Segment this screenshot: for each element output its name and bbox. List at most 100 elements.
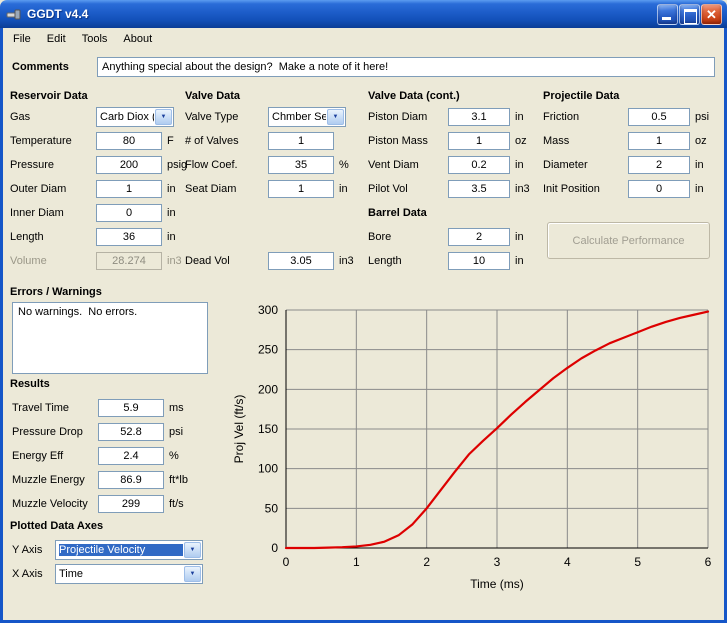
svg-text:0: 0 — [283, 555, 290, 569]
energy-eff-label: Energy Eff — [12, 450, 98, 462]
flow-coef-input[interactable] — [268, 156, 334, 174]
volume-row: Volume in3 — [10, 249, 186, 273]
pressure-drop-row: Pressure Drop psi — [12, 420, 188, 444]
valve-type-select[interactable]: Chmber Seal ▼ — [268, 107, 346, 127]
dead-vol-unit: in3 — [339, 255, 354, 267]
menu-item-file[interactable]: File — [5, 30, 39, 48]
valve-type-select-value: Chmber Seal — [272, 111, 326, 123]
svg-text:1: 1 — [353, 555, 360, 569]
projectile-title: Projectile Data — [543, 90, 619, 102]
dead-vol-input[interactable] — [268, 252, 334, 270]
menu-item-edit[interactable]: Edit — [39, 30, 74, 48]
seat-diam-input[interactable] — [268, 180, 334, 198]
friction-input[interactable] — [628, 108, 690, 126]
window-titlebar: GGDT v4.4 ✕ — [0, 0, 727, 28]
seat-diam-row: Seat Diam in — [185, 177, 363, 201]
init-position-label: Init Position — [543, 183, 628, 195]
piston-diam-input[interactable] — [448, 108, 510, 126]
mass-unit: oz — [695, 135, 707, 147]
gas-select-value: Carb Diox (CO — [100, 111, 154, 123]
num-valves-row: # of Valves — [185, 129, 363, 153]
projectile-section: Friction psi Mass oz Diameter in Init Po… — [543, 105, 723, 201]
comments-input[interactable] — [97, 57, 715, 77]
barrel-length-input[interactable] — [448, 252, 510, 270]
diameter-input[interactable] — [628, 156, 690, 174]
menu-bar: File Edit Tools About — [3, 28, 724, 50]
chevron-down-icon[interactable]: ▼ — [184, 566, 201, 582]
x-axis-label: X Axis — [12, 568, 55, 580]
temperature-input[interactable] — [96, 132, 162, 150]
svg-text:6: 6 — [705, 555, 712, 569]
energy-eff-unit: % — [169, 450, 179, 462]
barrel-title: Barrel Data — [368, 207, 427, 219]
travel-time-output — [98, 399, 164, 417]
x-axis-select[interactable]: Time ▼ — [55, 564, 203, 584]
svg-text:300: 300 — [258, 303, 278, 317]
y-axis-row: Y Axis Projectile Velocity ▼ — [12, 538, 212, 562]
temperature-row: Temperature F — [10, 129, 186, 153]
num-valves-input[interactable] — [268, 132, 334, 150]
mass-input[interactable] — [628, 132, 690, 150]
close-icon: ✕ — [702, 5, 721, 24]
piston-mass-label: Piston Mass — [368, 135, 448, 147]
close-button[interactable]: ✕ — [701, 4, 722, 25]
reservoir-length-input[interactable] — [96, 228, 162, 246]
valve-title: Valve Data — [185, 90, 240, 102]
chevron-down-icon[interactable]: ▼ — [327, 109, 344, 125]
reservoir-title: Reservoir Data — [10, 90, 88, 102]
errors-textbox[interactable]: No warnings. No errors. — [12, 302, 208, 374]
gas-select[interactable]: Carb Diox (CO ▼ — [96, 107, 174, 127]
muzzle-velocity-row: Muzzle Velocity ft/s — [12, 492, 188, 516]
barrel-length-label: Length — [368, 255, 448, 267]
muzzle-velocity-label: Muzzle Velocity — [12, 498, 98, 510]
valve-cont-title: Valve Data (cont.) — [368, 90, 460, 102]
friction-row: Friction psi — [543, 105, 723, 129]
svg-text:50: 50 — [265, 501, 279, 515]
menu-item-about[interactable]: About — [115, 30, 160, 48]
minimize-button[interactable] — [657, 4, 678, 25]
svg-text:250: 250 — [258, 343, 278, 357]
chevron-down-icon[interactable]: ▼ — [184, 542, 201, 558]
init-position-unit: in — [695, 183, 704, 195]
x-axis-row: X Axis Time ▼ — [12, 562, 212, 586]
results-title: Results — [10, 378, 50, 390]
pressure-input[interactable] — [96, 156, 162, 174]
reservoir-length-unit: in — [167, 231, 176, 243]
vent-diam-input[interactable] — [448, 156, 510, 174]
axes-title: Plotted Data Axes — [10, 520, 103, 532]
bore-input[interactable] — [448, 228, 510, 246]
inner-diam-input[interactable] — [96, 204, 162, 222]
inner-diam-label: Inner Diam — [10, 207, 96, 219]
barrel-title-row: Barrel Data — [368, 201, 540, 225]
app-icon — [6, 6, 22, 22]
maximize-button[interactable] — [679, 4, 700, 25]
bore-unit: in — [515, 231, 524, 243]
chevron-down-icon[interactable]: ▼ — [155, 109, 172, 125]
window-title: GGDT v4.4 — [27, 7, 88, 21]
y-axis-select[interactable]: Projectile Velocity ▼ — [55, 540, 203, 560]
valve-cont-section: Piston Diam in Piston Mass oz Vent Diam … — [368, 105, 540, 273]
outer-diam-row: Outer Diam in — [10, 177, 186, 201]
pilot-vol-input[interactable] — [448, 180, 510, 198]
seat-diam-label: Seat Diam — [185, 183, 268, 195]
y-axis-select-value: Projectile Velocity — [59, 544, 183, 556]
outer-diam-input[interactable] — [96, 180, 162, 198]
temperature-label: Temperature — [10, 135, 96, 147]
pilot-vol-row: Pilot Vol in3 — [368, 177, 540, 201]
pressure-row: Pressure psig — [10, 153, 186, 177]
bore-row: Bore in — [368, 225, 540, 249]
comments-label: Comments — [12, 61, 69, 73]
menu-item-tools[interactable]: Tools — [74, 30, 116, 48]
piston-mass-input[interactable] — [448, 132, 510, 150]
dead-vol-label: Dead Vol — [185, 255, 268, 267]
axes-section: Y Axis Projectile Velocity ▼ X Axis Time… — [12, 538, 212, 586]
pilot-vol-label: Pilot Vol — [368, 183, 448, 195]
gas-row: Gas Carb Diox (CO ▼ — [10, 105, 186, 129]
piston-mass-row: Piston Mass oz — [368, 129, 540, 153]
init-position-input[interactable] — [628, 180, 690, 198]
flow-coef-unit: % — [339, 159, 349, 171]
inner-diam-row: Inner Diam in — [10, 201, 186, 225]
calculate-performance-button[interactable]: Calculate Performance — [547, 222, 710, 259]
volume-output — [96, 252, 162, 270]
volume-unit: in3 — [167, 255, 182, 267]
